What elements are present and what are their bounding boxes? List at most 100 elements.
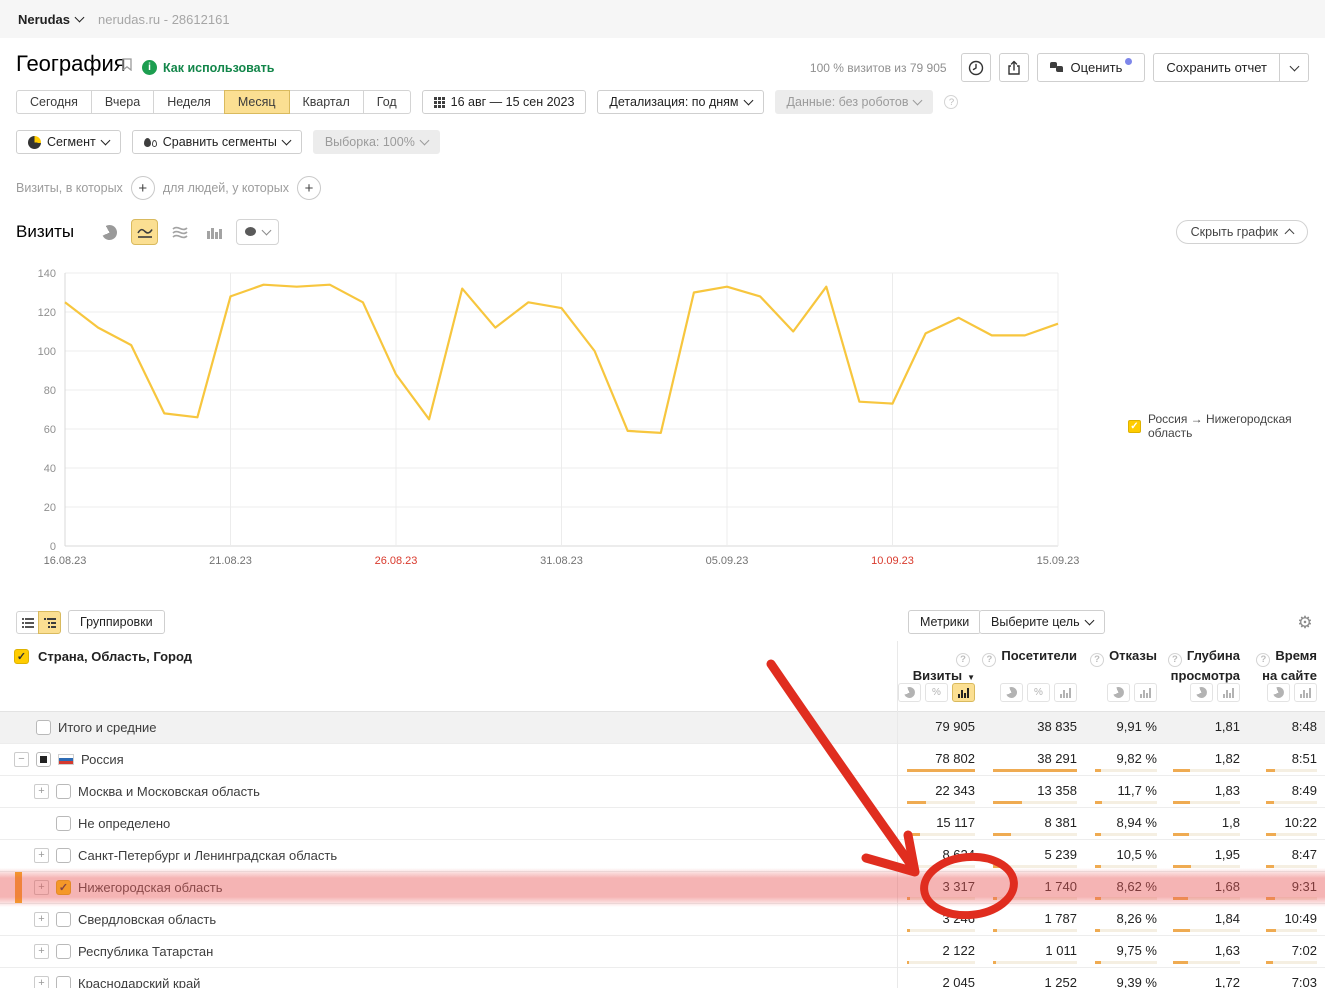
metric-value: 11,7 % [1117,783,1157,798]
row-label[interactable]: Свердловская область [78,912,216,927]
view-toggle-list[interactable] [16,611,39,634]
save-report-group: Сохранить отчет [1153,53,1309,82]
table-row[interactable]: +Свердловская область3 2461 7878,26 %1,8… [0,903,1325,935]
expand-button[interactable]: + [34,848,49,863]
pie-chart-icon [99,222,119,242]
period-tab-Месяц[interactable]: Месяц [224,90,290,114]
date-range-button[interactable]: 16 авг — 15 сен 2023 [422,90,587,114]
metric-control-pie[interactable] [898,683,921,702]
chart-type-stacked-button[interactable] [166,219,193,245]
table-row[interactable]: +Не определено15 1178 3818,94 %1,810:22 [0,807,1325,839]
metric-control-pie[interactable] [1190,683,1213,702]
data-mode-dropdown[interactable]: Данные: без роботов [775,90,934,114]
row-checkbox[interactable] [36,720,51,735]
metric-cell: 1 740 [977,872,1077,903]
metric-bar-track [1095,865,1157,868]
period-tab-Сегодня[interactable]: Сегодня [16,90,92,114]
column-header-1[interactable]: ?Визиты▼ [898,647,975,686]
metric-control-pie[interactable] [1267,683,1290,702]
account-switcher[interactable]: Nerudas [18,0,83,38]
row-label[interactable]: Нижегородская область [78,880,223,895]
row-checkbox[interactable] [56,816,71,831]
chevron-down-icon [743,96,753,106]
metric-control-bar[interactable] [952,683,975,702]
expand-button[interactable]: + [34,880,49,895]
row-checkbox[interactable] [36,752,51,767]
row-checkbox[interactable]: ✓ [56,880,71,895]
sampling-dropdown[interactable]: Выборка: 100% [313,130,440,154]
how-to-use-link[interactable]: Как использовать [163,61,274,75]
bookmark-icon[interactable] [122,58,132,71]
table-row[interactable]: +Итого и средние79 90538 8359,91 %1,818:… [0,711,1325,743]
period-tab-Год[interactable]: Год [363,90,411,114]
history-button[interactable] [961,53,991,82]
chart-type-line-button[interactable] [131,219,158,245]
legend-checkbox[interactable]: ✓ [1128,420,1141,433]
dimension-checkbox[interactable]: ✓ [14,649,29,664]
metric-control-bar[interactable] [1054,683,1077,702]
annotations-button[interactable] [236,219,279,245]
expand-button[interactable]: + [34,784,49,799]
row-label[interactable]: Россия [81,752,124,767]
column-header-2[interactable]: ?Посетители [977,647,1077,667]
table-row[interactable]: −Россия78 80238 2919,82 %1,828:51 [0,743,1325,775]
metric-cell: 15 117 [898,808,975,839]
column-header-label: Глубина просмотра [1171,648,1240,683]
table-row[interactable]: +Республика Татарстан2 1221 0119,75 %1,6… [0,935,1325,967]
row-checkbox[interactable] [56,784,71,799]
column-header-5[interactable]: ?Время на сайте [1240,647,1317,684]
chart-type-pie-button[interactable] [96,219,123,245]
metric-bar [1266,929,1276,932]
metric-control-pie[interactable] [1000,683,1023,702]
row-checkbox[interactable] [56,944,71,959]
row-checkbox[interactable] [56,976,71,988]
save-report-button[interactable]: Сохранить отчет [1153,53,1280,82]
table-row[interactable]: +Москва и Московская область22 34313 358… [0,775,1325,807]
row-label[interactable]: Итого и средние [58,720,156,735]
period-tab-Квартал[interactable]: Квартал [289,90,364,114]
metric-control-bar[interactable] [1217,683,1240,702]
add-visits-filter-button[interactable]: + [131,176,155,200]
metric-control-bar[interactable] [1294,683,1317,702]
chart-section-title: Визиты [16,222,74,242]
metric-control-pie[interactable] [1107,683,1130,702]
row-label[interactable]: Республика Татарстан [78,944,213,959]
column-header-4[interactable]: ?Глубина просмотра [1158,647,1240,684]
expand-button[interactable]: + [34,944,49,959]
settings-gear-button[interactable]: ⚙ [1294,612,1316,634]
metric-control-percent[interactable]: % [1027,683,1050,702]
pie-control-icon [902,685,917,700]
table-row[interactable]: + Санкт-Петербург и Ленинградская область… [0,839,1325,871]
groupings-button[interactable]: Группировки [68,610,165,634]
export-button[interactable] [999,53,1029,82]
row-checkbox[interactable] [56,848,71,863]
collapse-button[interactable]: − [14,752,29,767]
detailing-dropdown[interactable]: Детализация: по дням [597,90,763,114]
help-icon[interactable]: ? [944,95,958,109]
add-people-filter-button[interactable]: + [297,176,321,200]
row-label[interactable]: Краснодарский край [78,976,200,988]
column-header-3[interactable]: ?Отказы [1077,647,1157,667]
expand-button[interactable]: + [34,912,49,927]
metric-bar [1095,897,1101,900]
save-report-dropdown[interactable] [1279,53,1309,82]
chart-type-columns-button[interactable] [201,219,228,245]
view-toggle-tree[interactable] [38,611,61,634]
hide-chart-button[interactable]: Скрыть график [1176,220,1308,244]
goal-selector[interactable]: Выберите цель [979,610,1105,634]
table-row[interactable]: +✓Нижегородская область3 3171 7408,62 %1… [0,871,1325,903]
metric-control-bar[interactable] [1134,683,1157,702]
table-row[interactable]: +Краснодарский край2 0451 2529,39 %1,727… [0,967,1325,988]
period-tab-Неделя[interactable]: Неделя [153,90,225,114]
rate-button[interactable]: Оценить [1037,53,1146,82]
row-checkbox[interactable] [56,912,71,927]
row-label[interactable]: Москва и Московская область [78,784,260,799]
metrics-button[interactable]: Метрики [908,610,981,634]
period-tab-Вчера[interactable]: Вчера [91,90,154,114]
row-label[interactable]: Санкт-Петербург и Ленинградская область [78,848,337,863]
segment-dropdown[interactable]: Сегмент [16,130,121,154]
expand-button[interactable]: + [34,976,49,988]
row-label[interactable]: Не определено [78,816,170,831]
metric-control-percent[interactable]: % [925,683,948,702]
compare-segments-dropdown[interactable]: Сравнить сегменты [132,130,302,154]
